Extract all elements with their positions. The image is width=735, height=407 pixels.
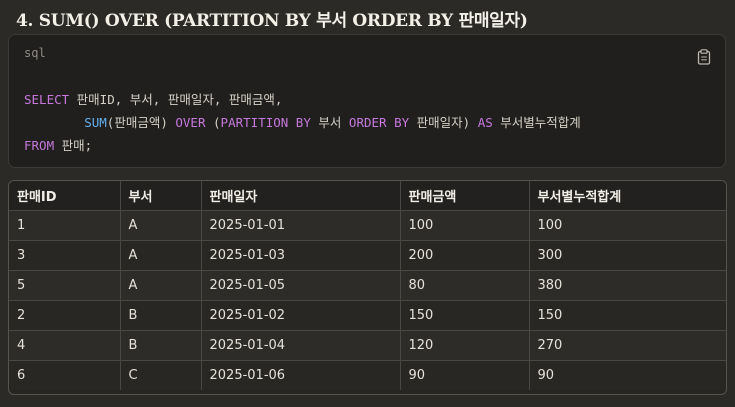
table-cell: 100 [529, 210, 726, 241]
table-cell: 2025-01-04 [201, 330, 401, 361]
table-cell: 380 [529, 270, 726, 301]
code-content: SELECT 판매ID, 부서, 판매일자, 판매금액, SUM(판매금액) O… [24, 88, 581, 157]
table-cell: A [120, 210, 202, 241]
table-cell: 2025-01-05 [201, 270, 401, 301]
code-text: ( [205, 115, 221, 130]
sql-keyword-order-by: ORDER BY [348, 115, 410, 130]
code-text: 판매ID, 부서, 판매일자, 판매금액, [69, 92, 283, 107]
column-header: 판매ID [9, 181, 121, 211]
table-cell: 5 [9, 270, 121, 301]
section-heading: 4. SUM() OVER (PARTITION BY 부서 ORDER BY … [16, 11, 528, 31]
table-cell: 3 [9, 240, 121, 271]
table-cell: 2025-01-02 [201, 300, 401, 331]
table-cell: A [120, 270, 202, 301]
column-header: 판매일자 [201, 181, 401, 211]
sql-keyword-partition-by: PARTITION BY [220, 115, 311, 130]
code-text: 부서 [310, 115, 349, 130]
table-cell: 90 [529, 360, 726, 390]
code-text: (판매금액) [106, 115, 176, 130]
clipboard-icon [697, 49, 711, 65]
table-cell: 300 [529, 240, 726, 271]
table-row: 1 A 2025-01-01 100 100 [9, 210, 726, 241]
sql-function-sum: SUM [84, 115, 107, 130]
table-cell: 200 [400, 240, 530, 271]
column-header: 부서 [120, 181, 202, 211]
table-cell: 270 [529, 330, 726, 361]
table-row: 5 A 2025-01-05 80 380 [9, 270, 726, 301]
table-cell: B [120, 330, 202, 361]
copy-code-button[interactable] [697, 49, 711, 65]
sql-keyword-select: SELECT [24, 92, 70, 107]
sql-keyword-as: AS [477, 115, 493, 130]
table-row: 3 A 2025-01-03 200 300 [9, 240, 726, 271]
column-header: 판매금액 [400, 181, 530, 211]
table-cell: 80 [400, 270, 530, 301]
table-row: 2 B 2025-01-02 150 150 [9, 300, 726, 331]
table-cell: 6 [9, 360, 121, 390]
table-cell: 150 [529, 300, 726, 331]
sql-keyword-from: FROM [24, 138, 55, 153]
code-line-1: SELECT 판매ID, 부서, 판매일자, 판매금액, [24, 88, 581, 111]
column-header: 부서별누적합계 [529, 181, 726, 211]
table-row: 4 B 2025-01-04 120 270 [9, 330, 726, 361]
code-text: 판매일자) [409, 115, 478, 130]
table-cell: A [120, 240, 202, 271]
table-cell: B [120, 300, 202, 331]
code-block: sql SELECT 판매ID, 부서, 판매일자, 판매금액, SUM(판매금… [8, 34, 726, 168]
table-cell: 100 [400, 210, 530, 241]
code-text: 판매; [54, 138, 93, 153]
table-cell: 2025-01-01 [201, 210, 401, 241]
table-cell: 2 [9, 300, 121, 331]
result-table: 판매ID 부서 판매일자 판매금액 부서별누적합계 1 A 2025-01-01… [9, 181, 726, 390]
code-line-3: FROM 판매; [24, 134, 581, 157]
table-header-row: 판매ID 부서 판매일자 판매금액 부서별누적합계 [9, 181, 726, 211]
result-table-container: 판매ID 부서 판매일자 판매금액 부서별누적합계 1 A 2025-01-01… [8, 180, 727, 395]
table-cell: 1 [9, 210, 121, 241]
table-cell: 150 [400, 300, 530, 331]
table-row: 6 C 2025-01-06 90 90 [9, 360, 726, 390]
code-language-label: sql [24, 46, 46, 60]
code-line-2: SUM(판매금액) OVER (PARTITION BY 부서 ORDER BY… [24, 111, 581, 134]
table-cell: 120 [400, 330, 530, 361]
table-cell: 2025-01-03 [201, 240, 401, 271]
table-cell: 2025-01-06 [201, 360, 401, 390]
table-cell: C [120, 360, 202, 390]
sql-keyword-over: OVER [175, 115, 206, 130]
table-cell: 90 [400, 360, 530, 390]
code-text: 부서별누적합계 [492, 115, 581, 130]
table-cell: 4 [9, 330, 121, 361]
